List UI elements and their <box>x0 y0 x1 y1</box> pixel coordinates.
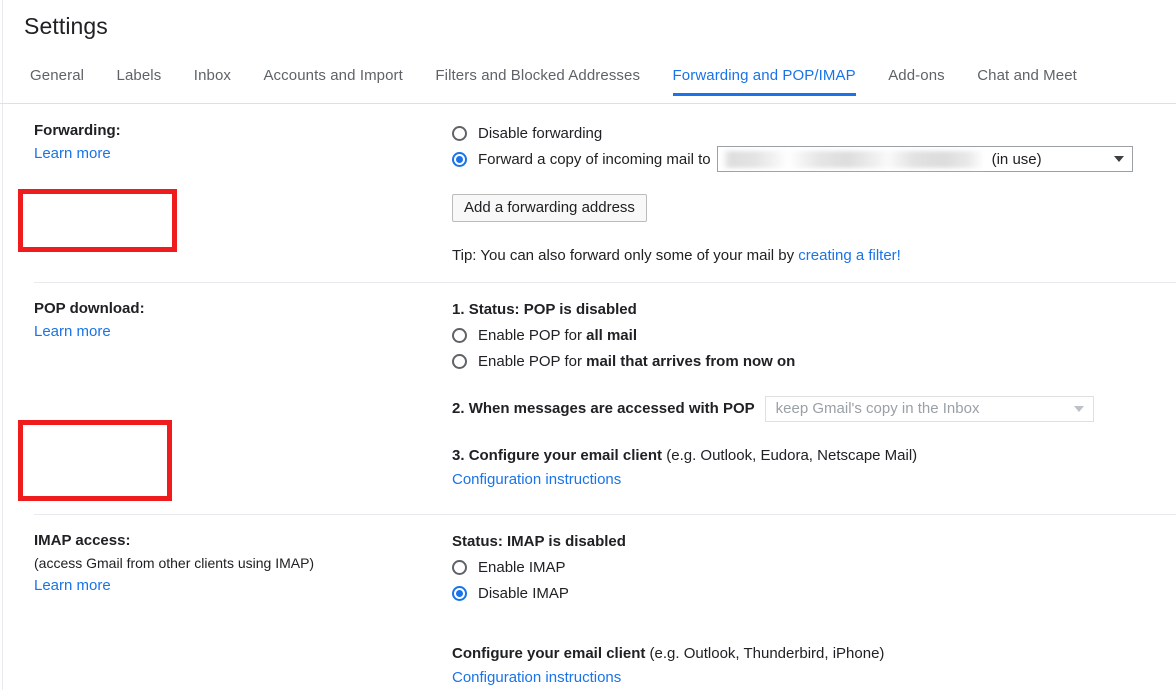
pop-status-line: 1. Status: POP is disabled <box>452 298 1176 322</box>
imap-access-sublabel: (access Gmail from other clients using I… <box>34 555 315 571</box>
tab-general[interactable]: General <box>30 62 84 96</box>
tab-accounts-and-import[interactable]: Accounts and Import <box>263 62 402 96</box>
imap-section-divider <box>34 514 1176 515</box>
forwarding-tip-text: Tip: You can also forward only some of y… <box>452 247 799 264</box>
enable-imap-label: Enable IMAP <box>478 558 566 576</box>
pop-status-text: Status: POP is disabled <box>468 301 637 318</box>
forwarding-body: Disable forwarding Forward a copy of inc… <box>452 104 1176 282</box>
forwarding-address-state: (in use) <box>991 150 1042 168</box>
disable-forwarding-option[interactable]: Disable forwarding <box>452 120 1176 146</box>
pop-label-column: POP download: Learn more <box>0 282 452 344</box>
disable-forwarding-radio[interactable] <box>452 125 467 141</box>
imap-configure-line: Configure your email client (e.g. Outloo… <box>452 642 1176 666</box>
disable-imap-label: Disable IMAP <box>478 584 569 602</box>
forward-copy-radio[interactable] <box>452 151 467 167</box>
pop-step2-number: 2. <box>452 399 465 417</box>
chevron-down-icon <box>1073 406 1084 412</box>
enable-pop-all-mail-radio[interactable] <box>452 327 467 343</box>
disable-imap-radio[interactable] <box>452 585 467 601</box>
forwarding-learn-more-link[interactable]: Learn more <box>34 145 111 162</box>
enable-pop-all-mail-label: Enable POP for all mail <box>478 327 637 344</box>
pop-body: 1. Status: POP is disabled Enable POP fo… <box>452 282 1176 514</box>
imap-label-column: IMAP access: (access Gmail from other cl… <box>0 514 452 598</box>
chevron-down-icon <box>1113 156 1124 162</box>
enable-pop-all-mail-prefix: Enable POP for <box>478 326 587 344</box>
disable-forwarding-label: Disable forwarding <box>478 124 603 142</box>
enable-imap-radio[interactable] <box>452 559 467 575</box>
tab-inbox[interactable]: Inbox <box>194 62 231 96</box>
pop-download-label: POP download: <box>34 300 145 317</box>
forward-copy-option[interactable]: Forward a copy of incoming mail to (in u… <box>452 146 1176 172</box>
disable-imap-option[interactable]: Disable IMAP <box>452 580 1176 606</box>
enable-pop-new-mail-label: Enable POP for mail that arrives from no… <box>478 353 795 370</box>
pop-step2-line: 2. When messages are accessed with POP ke… <box>452 396 1176 422</box>
enable-pop-new-mail-prefix: Enable POP for <box>478 352 587 370</box>
enable-pop-new-mail-emphasis: mail that arrives from now on <box>586 352 796 370</box>
tab-forwarding-and-pop-imap[interactable]: Forwarding and POP/IMAP <box>672 62 856 96</box>
imap-access-label: IMAP access: <box>34 532 131 549</box>
imap-status-line: Status: IMAP is disabled <box>452 530 1176 554</box>
enable-pop-new-mail-option[interactable]: Enable POP for mail that arrives from no… <box>452 348 1176 374</box>
pop-section-divider <box>34 282 1176 283</box>
page-title: Settings <box>24 13 108 39</box>
pop-configuration-instructions-link[interactable]: Configuration instructions <box>452 471 621 488</box>
forwarding-address-select[interactable]: (in use) <box>716 146 1133 172</box>
creating-a-filter-link[interactable]: creating a filter! <box>798 247 901 264</box>
forwarding-tip: Tip: You can also forward only some of y… <box>452 244 1176 268</box>
tab-labels[interactable]: Labels <box>117 62 162 96</box>
pop-message-access-select[interactable]: keep Gmail's copy in the Inbox <box>764 396 1094 422</box>
pop-step3-number: 3. <box>452 447 465 464</box>
pop-learn-more-link[interactable]: Learn more <box>34 323 111 340</box>
pop-step3-line: 3. Configure your email client (e.g. Out… <box>452 444 1176 468</box>
settings-tabbar: General Labels Inbox Accounts and Import… <box>0 62 1176 104</box>
settings-content: Forwarding: Learn more Disable forwardin… <box>0 104 1176 690</box>
tab-add-ons[interactable]: Add-ons <box>888 62 945 96</box>
imap-status-text: Status: IMAP is disabled <box>452 533 626 550</box>
forwarding-label-column: Forwarding: Learn more <box>0 104 452 166</box>
imap-configuration-instructions-link[interactable]: Configuration instructions <box>452 669 621 686</box>
imap-access-section: IMAP access: (access Gmail from other cl… <box>0 514 1176 690</box>
enable-imap-option[interactable]: Enable IMAP <box>452 554 1176 580</box>
pop-message-access-value: keep Gmail's copy in the Inbox <box>775 400 980 417</box>
pop-step1-number: 1. <box>452 301 465 318</box>
pop-configure-client-examples: (e.g. Outlook, Eudora, Netscape Mail) <box>662 447 918 464</box>
pop-download-section: POP download: Learn more 1. Status: POP … <box>0 282 1176 514</box>
enable-pop-all-mail-emphasis: all mail <box>586 326 637 344</box>
enable-pop-all-mail-option[interactable]: Enable POP for all mail <box>452 322 1176 348</box>
imap-configure-client-text: Configure your email client <box>452 645 646 662</box>
forwarding-section: Forwarding: Learn more Disable forwardin… <box>0 104 1176 282</box>
enable-pop-new-mail-radio[interactable] <box>452 353 467 369</box>
pop-configure-client-text: Configure your email client <box>468 447 663 464</box>
add-forwarding-address-button[interactable]: Add a forwarding address <box>452 194 647 222</box>
tab-filters-and-blocked-addresses[interactable]: Filters and Blocked Addresses <box>435 62 640 96</box>
imap-body: Status: IMAP is disabled Enable IMAP Dis… <box>452 514 1176 690</box>
imap-configure-client-examples: (e.g. Outlook, Thunderbird, iPhone) <box>645 645 885 662</box>
pop-step2-text: When messages are accessed with POP <box>468 399 755 417</box>
forward-copy-label: Forward a copy of incoming mail to <box>478 150 711 168</box>
imap-learn-more-link[interactable]: Learn more <box>34 577 111 594</box>
forwarding-label: Forwarding: <box>34 122 121 139</box>
forwarding-address-redacted-value <box>721 150 984 168</box>
tab-chat-and-meet[interactable]: Chat and Meet <box>977 62 1077 96</box>
